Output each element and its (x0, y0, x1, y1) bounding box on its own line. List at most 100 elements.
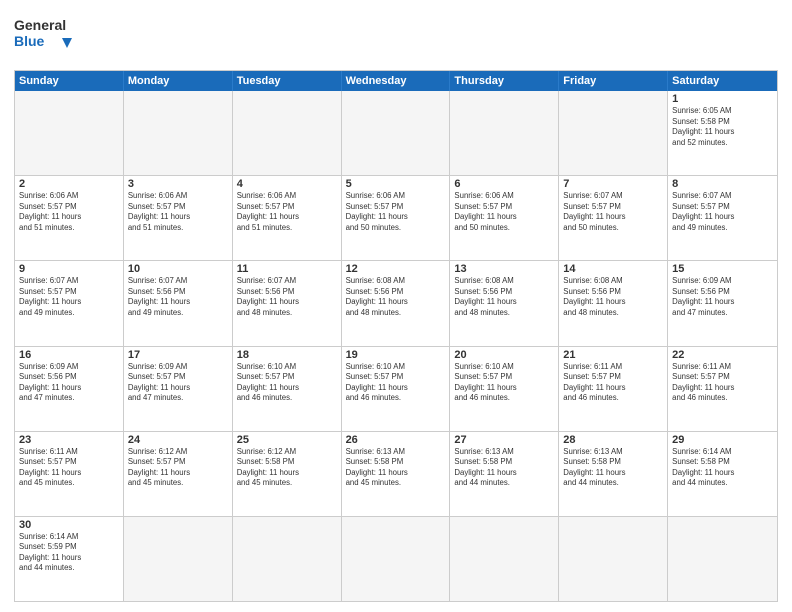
day-number: 29 (672, 434, 773, 446)
calendar-cell: 9Sunrise: 6:07 AM Sunset: 5:57 PM Daylig… (15, 261, 124, 345)
page: General Blue SundayMondayTuesdayWednesda… (0, 0, 792, 612)
day-info: Sunrise: 6:14 AM Sunset: 5:58 PM Dayligh… (672, 447, 773, 489)
calendar-cell: 3Sunrise: 6:06 AM Sunset: 5:57 PM Daylig… (124, 176, 233, 260)
calendar-cell (342, 517, 451, 601)
calendar-row-3: 16Sunrise: 6:09 AM Sunset: 5:56 PM Dayli… (15, 346, 777, 431)
day-number: 22 (672, 349, 773, 361)
calendar-body: 1Sunrise: 6:05 AM Sunset: 5:58 PM Daylig… (15, 91, 777, 601)
day-number: 12 (346, 263, 446, 275)
calendar-cell: 17Sunrise: 6:09 AM Sunset: 5:57 PM Dayli… (124, 347, 233, 431)
calendar-header: SundayMondayTuesdayWednesdayThursdayFrid… (15, 71, 777, 91)
day-number: 17 (128, 349, 228, 361)
header-day-thursday: Thursday (450, 71, 559, 91)
day-number: 20 (454, 349, 554, 361)
day-number: 26 (346, 434, 446, 446)
day-info: Sunrise: 6:13 AM Sunset: 5:58 PM Dayligh… (563, 447, 663, 489)
day-number: 28 (563, 434, 663, 446)
day-number: 2 (19, 178, 119, 190)
day-info: Sunrise: 6:06 AM Sunset: 5:57 PM Dayligh… (454, 191, 554, 233)
day-number: 11 (237, 263, 337, 275)
day-info: Sunrise: 6:13 AM Sunset: 5:58 PM Dayligh… (346, 447, 446, 489)
calendar-cell: 25Sunrise: 6:12 AM Sunset: 5:58 PM Dayli… (233, 432, 342, 516)
day-number: 8 (672, 178, 773, 190)
day-info: Sunrise: 6:05 AM Sunset: 5:58 PM Dayligh… (672, 106, 773, 148)
day-number: 30 (19, 519, 119, 531)
calendar-cell: 5Sunrise: 6:06 AM Sunset: 5:57 PM Daylig… (342, 176, 451, 260)
day-info: Sunrise: 6:06 AM Sunset: 5:57 PM Dayligh… (237, 191, 337, 233)
calendar-cell: 16Sunrise: 6:09 AM Sunset: 5:56 PM Dayli… (15, 347, 124, 431)
calendar-cell: 18Sunrise: 6:10 AM Sunset: 5:57 PM Dayli… (233, 347, 342, 431)
header-day-tuesday: Tuesday (233, 71, 342, 91)
calendar-cell: 27Sunrise: 6:13 AM Sunset: 5:58 PM Dayli… (450, 432, 559, 516)
day-info: Sunrise: 6:06 AM Sunset: 5:57 PM Dayligh… (346, 191, 446, 233)
calendar-cell: 12Sunrise: 6:08 AM Sunset: 5:56 PM Dayli… (342, 261, 451, 345)
day-number: 24 (128, 434, 228, 446)
day-number: 18 (237, 349, 337, 361)
day-info: Sunrise: 6:08 AM Sunset: 5:56 PM Dayligh… (346, 276, 446, 318)
header-day-friday: Friday (559, 71, 668, 91)
calendar-cell (450, 517, 559, 601)
calendar-row-2: 9Sunrise: 6:07 AM Sunset: 5:57 PM Daylig… (15, 260, 777, 345)
calendar-cell: 6Sunrise: 6:06 AM Sunset: 5:57 PM Daylig… (450, 176, 559, 260)
calendar-cell: 15Sunrise: 6:09 AM Sunset: 5:56 PM Dayli… (668, 261, 777, 345)
day-info: Sunrise: 6:07 AM Sunset: 5:57 PM Dayligh… (672, 191, 773, 233)
day-number: 5 (346, 178, 446, 190)
day-number: 27 (454, 434, 554, 446)
day-number: 6 (454, 178, 554, 190)
day-info: Sunrise: 6:14 AM Sunset: 5:59 PM Dayligh… (19, 532, 119, 574)
logo: General Blue (14, 10, 86, 62)
calendar-cell: 1Sunrise: 6:05 AM Sunset: 5:58 PM Daylig… (668, 91, 777, 175)
calendar-cell: 19Sunrise: 6:10 AM Sunset: 5:57 PM Dayli… (342, 347, 451, 431)
day-info: Sunrise: 6:07 AM Sunset: 5:57 PM Dayligh… (563, 191, 663, 233)
header-day-wednesday: Wednesday (342, 71, 451, 91)
calendar-cell: 4Sunrise: 6:06 AM Sunset: 5:57 PM Daylig… (233, 176, 342, 260)
day-info: Sunrise: 6:08 AM Sunset: 5:56 PM Dayligh… (454, 276, 554, 318)
day-info: Sunrise: 6:11 AM Sunset: 5:57 PM Dayligh… (19, 447, 119, 489)
day-info: Sunrise: 6:06 AM Sunset: 5:57 PM Dayligh… (19, 191, 119, 233)
calendar-cell: 22Sunrise: 6:11 AM Sunset: 5:57 PM Dayli… (668, 347, 777, 431)
day-info: Sunrise: 6:07 AM Sunset: 5:56 PM Dayligh… (237, 276, 337, 318)
day-number: 14 (563, 263, 663, 275)
day-info: Sunrise: 6:09 AM Sunset: 5:56 PM Dayligh… (19, 362, 119, 404)
svg-text:General: General (14, 17, 66, 33)
day-info: Sunrise: 6:11 AM Sunset: 5:57 PM Dayligh… (563, 362, 663, 404)
calendar: SundayMondayTuesdayWednesdayThursdayFrid… (14, 70, 778, 602)
calendar-cell (15, 91, 124, 175)
svg-text:Blue: Blue (14, 33, 45, 49)
day-info: Sunrise: 6:08 AM Sunset: 5:56 PM Dayligh… (563, 276, 663, 318)
header: General Blue (14, 10, 778, 62)
day-number: 15 (672, 263, 773, 275)
calendar-cell (668, 517, 777, 601)
calendar-cell: 7Sunrise: 6:07 AM Sunset: 5:57 PM Daylig… (559, 176, 668, 260)
calendar-row-1: 2Sunrise: 6:06 AM Sunset: 5:57 PM Daylig… (15, 175, 777, 260)
day-info: Sunrise: 6:10 AM Sunset: 5:57 PM Dayligh… (346, 362, 446, 404)
calendar-cell: 14Sunrise: 6:08 AM Sunset: 5:56 PM Dayli… (559, 261, 668, 345)
logo-icon: General Blue (14, 10, 86, 62)
calendar-cell: 30Sunrise: 6:14 AM Sunset: 5:59 PM Dayli… (15, 517, 124, 601)
day-info: Sunrise: 6:10 AM Sunset: 5:57 PM Dayligh… (454, 362, 554, 404)
calendar-row-5: 30Sunrise: 6:14 AM Sunset: 5:59 PM Dayli… (15, 516, 777, 601)
calendar-cell: 21Sunrise: 6:11 AM Sunset: 5:57 PM Dayli… (559, 347, 668, 431)
day-number: 7 (563, 178, 663, 190)
calendar-cell (124, 91, 233, 175)
calendar-cell: 2Sunrise: 6:06 AM Sunset: 5:57 PM Daylig… (15, 176, 124, 260)
day-info: Sunrise: 6:12 AM Sunset: 5:58 PM Dayligh… (237, 447, 337, 489)
calendar-cell (233, 91, 342, 175)
calendar-row-0: 1Sunrise: 6:05 AM Sunset: 5:58 PM Daylig… (15, 91, 777, 175)
header-day-saturday: Saturday (668, 71, 777, 91)
calendar-row-4: 23Sunrise: 6:11 AM Sunset: 5:57 PM Dayli… (15, 431, 777, 516)
day-info: Sunrise: 6:07 AM Sunset: 5:57 PM Dayligh… (19, 276, 119, 318)
day-info: Sunrise: 6:10 AM Sunset: 5:57 PM Dayligh… (237, 362, 337, 404)
day-number: 10 (128, 263, 228, 275)
calendar-cell: 11Sunrise: 6:07 AM Sunset: 5:56 PM Dayli… (233, 261, 342, 345)
day-number: 23 (19, 434, 119, 446)
calendar-cell: 8Sunrise: 6:07 AM Sunset: 5:57 PM Daylig… (668, 176, 777, 260)
day-info: Sunrise: 6:07 AM Sunset: 5:56 PM Dayligh… (128, 276, 228, 318)
calendar-cell: 24Sunrise: 6:12 AM Sunset: 5:57 PM Dayli… (124, 432, 233, 516)
day-number: 25 (237, 434, 337, 446)
day-info: Sunrise: 6:09 AM Sunset: 5:57 PM Dayligh… (128, 362, 228, 404)
day-info: Sunrise: 6:06 AM Sunset: 5:57 PM Dayligh… (128, 191, 228, 233)
calendar-cell (124, 517, 233, 601)
calendar-cell (450, 91, 559, 175)
day-number: 4 (237, 178, 337, 190)
